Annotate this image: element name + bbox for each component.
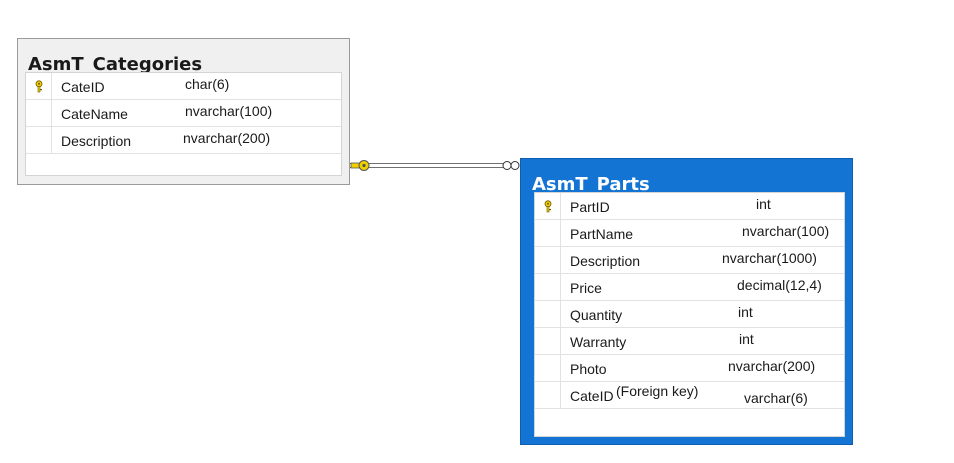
row-selector [26, 127, 52, 153]
row-selector [535, 247, 561, 273]
table-title: AsmT_Parts [532, 174, 650, 192]
table-asmt-categories[interactable]: AsmT_Categories CateID char(6) CateName … [17, 38, 350, 185]
column-type: nvarchar(100) [742, 223, 830, 239]
column-name: Warranty [570, 334, 627, 350]
column-type: decimal(12,4) [737, 277, 822, 293]
column-grid: CateID char(6) CateName nvarchar(100) De… [25, 72, 342, 176]
column-grid: PartID int PartName nvarchar(100) Descri… [534, 192, 845, 437]
column-row[interactable]: Quantity int [535, 301, 844, 328]
row-selector [535, 328, 561, 354]
column-type: varchar(6) [744, 390, 808, 406]
column-name: Description [570, 253, 641, 269]
row-selector [535, 193, 561, 219]
column-name: Quantity [570, 307, 623, 323]
column-type: int [738, 304, 753, 320]
column-name: PartID [570, 199, 610, 215]
column-type: nvarchar(1000) [722, 250, 817, 266]
table-asmt-parts[interactable]: AsmT_Parts PartID int PartName nvarchar(… [520, 158, 853, 445]
row-selector [26, 100, 52, 126]
column-row[interactable]: Description nvarchar(1000) [535, 247, 844, 274]
column-type: int [739, 331, 754, 347]
column-row[interactable]: PartID int [535, 193, 844, 220]
column-row[interactable]: CateID char(6) [26, 73, 341, 100]
row-selector [26, 73, 52, 99]
column-type: int [756, 196, 771, 212]
column-type: nvarchar(100) [185, 103, 273, 119]
column-row[interactable]: PartName nvarchar(100) [535, 220, 844, 247]
column-name: CateName [61, 106, 128, 122]
column-name: Photo [570, 361, 607, 377]
column-type: nvarchar(200) [183, 130, 271, 146]
column-name: Price [570, 280, 602, 296]
row-selector [535, 301, 561, 327]
primary-key-icon [544, 200, 552, 213]
column-name: Description [61, 133, 132, 149]
foreign-key-note: (Foreign key) [616, 383, 699, 399]
column-type: nvarchar(200) [728, 358, 816, 374]
relationship-line [350, 163, 510, 168]
column-type: char(6) [185, 76, 230, 92]
primary-key-icon [35, 80, 43, 93]
column-row[interactable]: CateName nvarchar(100) [26, 100, 341, 127]
column-row[interactable]: Warranty int [535, 328, 844, 355]
column-row[interactable]: CateID (Foreign key) varchar(6) [535, 382, 844, 409]
table-title: AsmT_Categories [28, 54, 203, 72]
column-name: PartName [570, 226, 634, 242]
column-row[interactable]: Price decimal(12,4) [535, 274, 844, 301]
column-name: CateID [570, 388, 614, 404]
one-end-key-icon [350, 160, 370, 171]
many-end-infinity-icon [502, 161, 520, 170]
row-selector [535, 355, 561, 381]
row-selector [535, 220, 561, 246]
column-row[interactable]: Description nvarchar(200) [26, 127, 341, 154]
column-row[interactable]: Photo nvarchar(200) [535, 355, 844, 382]
column-name: CateID [61, 79, 105, 95]
row-selector [535, 274, 561, 300]
row-selector [535, 382, 561, 408]
